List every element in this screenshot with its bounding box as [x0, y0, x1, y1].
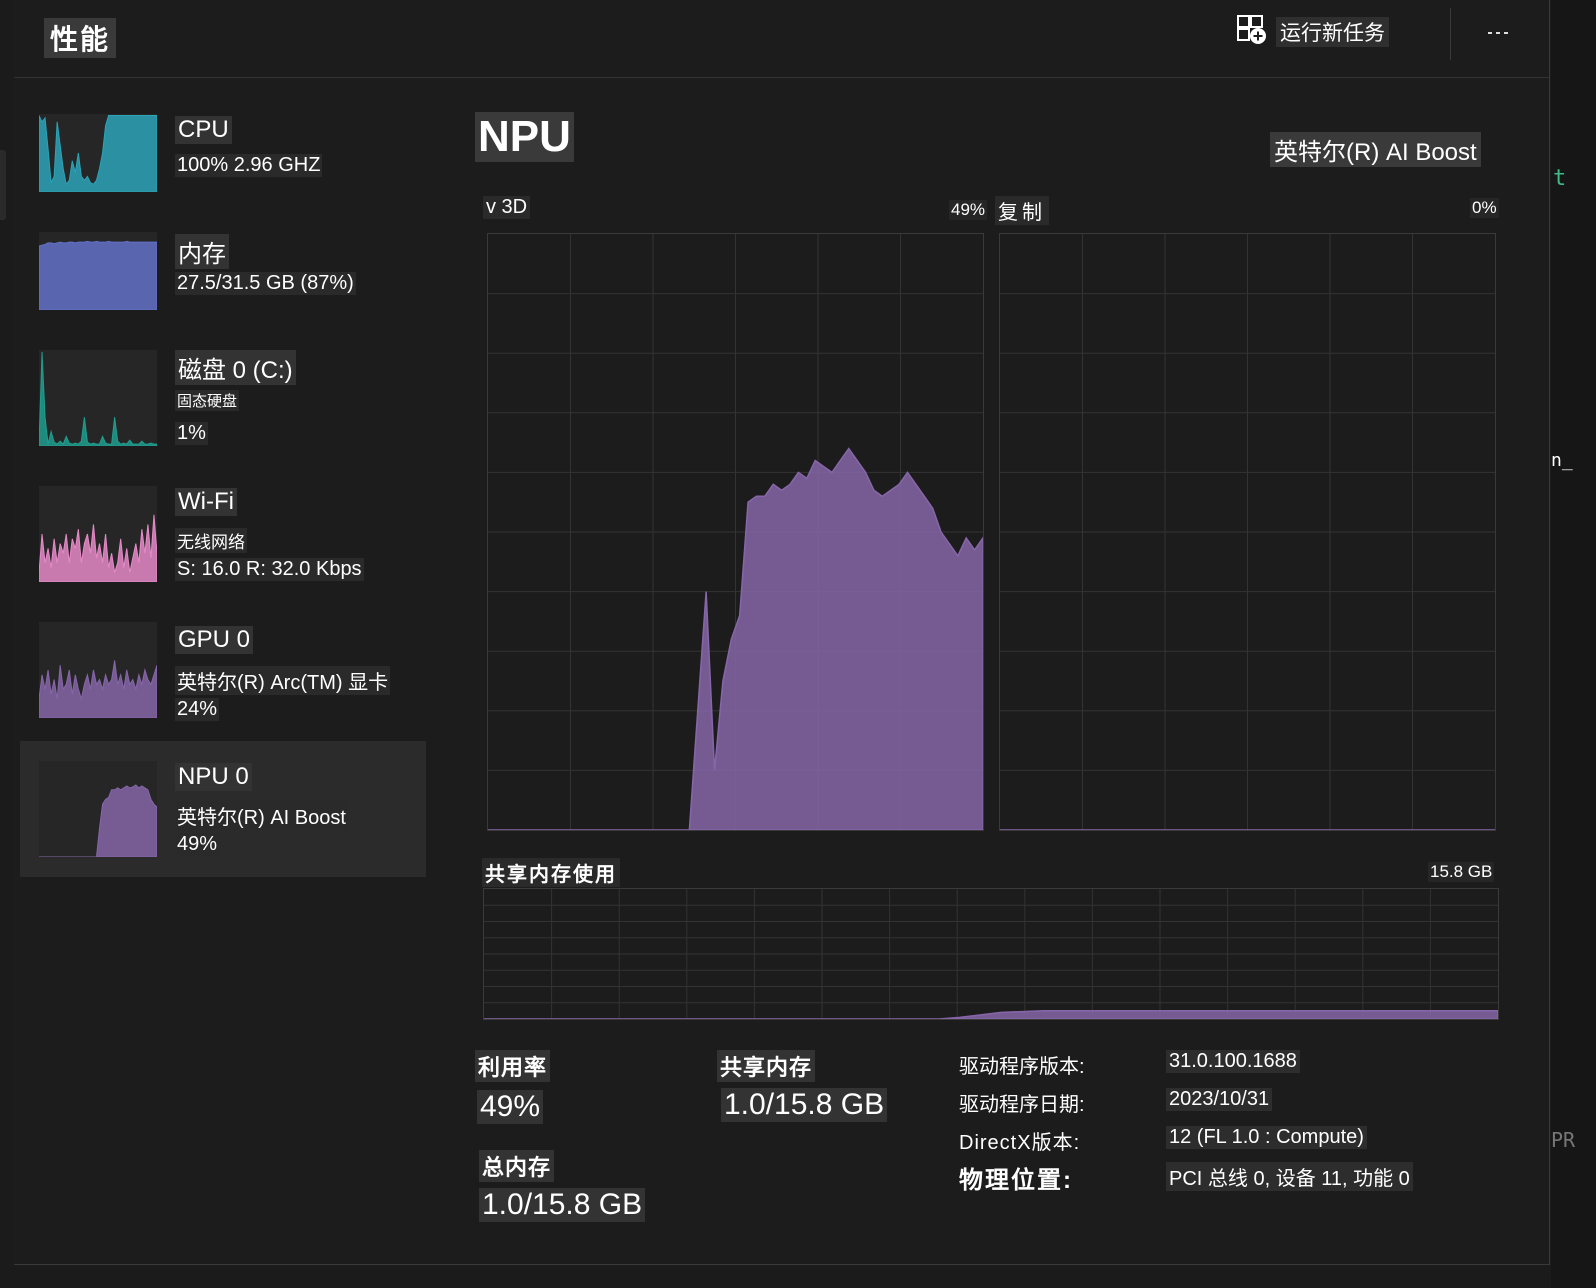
- page-title: 性能: [44, 18, 117, 58]
- total-memory-label: 总内存: [479, 1150, 555, 1182]
- shared-memory-graph-max: 15.8 GB: [1428, 862, 1495, 882]
- task-manager-window: 性能 运行新任务 CPU 100% 2.96 GHZ 内存 27.5/31.5 …: [14, 0, 1550, 1265]
- sidebar-item-detail: 27.5/31.5 GB (87%): [175, 272, 356, 295]
- thumbnail-area: [39, 514, 157, 582]
- edge-text-fragment: PR: [1551, 1128, 1576, 1152]
- sidebar-item-title: GPU 0: [175, 626, 254, 654]
- run-new-task-button[interactable]: 运行新任务: [1236, 14, 1389, 50]
- sidebar-item-cpu[interactable]: CPU 100% 2.96 GHZ: [20, 100, 426, 236]
- total-memory-value: 1.0/15.8 GB: [479, 1188, 646, 1222]
- graph-selector-copy[interactable]: 复制: [995, 196, 1049, 225]
- driver-date-key: 驱动程序日期:: [959, 1094, 1085, 1116]
- sidebar-item-title: 磁盘 0 (C:): [175, 350, 296, 385]
- physical-location-key: 物理位置:: [959, 1167, 1073, 1194]
- device-model-name: 英特尔(R) AI Boost: [1270, 132, 1481, 167]
- sidebar-item-memory[interactable]: 内存 27.5/31.5 GB (87%): [20, 218, 426, 354]
- shared-memory-value: 1.0/15.8 GB: [721, 1088, 888, 1122]
- sidebar-item-wifi[interactable]: Wi-Fi 无线网络 S: 16.0 R: 32.0 Kbps: [20, 472, 426, 608]
- directx-version-value: 12 (FL 1.0 : Compute): [1166, 1126, 1367, 1149]
- new-task-icon: [1236, 14, 1268, 51]
- sidebar-item-detail: 无线网络: [175, 528, 247, 553]
- graph-copy-usage: [999, 233, 1496, 831]
- shared-memory-usage-area: [484, 1010, 1498, 1019]
- sidebar-item-value: S: 16.0 R: 32.0 Kbps: [175, 558, 364, 581]
- memory-thumbnail-graph: [39, 232, 157, 310]
- graph-shared-memory: [483, 888, 1499, 1020]
- background-window-edge: t n_ PR: [1551, 0, 1596, 1288]
- sidebar-item-value: 1%: [175, 422, 208, 445]
- edge-text-fragment: n_: [1551, 450, 1573, 471]
- more-horizontal-icon: [1486, 32, 1510, 34]
- sidebar-item-title: Wi-Fi: [175, 488, 237, 516]
- sidebar-item-detail: 固态硬盘: [175, 390, 240, 411]
- cpu-thumbnail-graph: [39, 114, 157, 192]
- sidebar-item-detail: 100% 2.96 GHZ: [175, 154, 323, 177]
- sidebar-item-value: 24%: [175, 698, 220, 721]
- physical-location-value: PCI 总线 0, 设备 11, 功能 0: [1166, 1162, 1413, 1191]
- utilization-label: 利用率: [475, 1050, 551, 1082]
- thumbnail-area: [39, 351, 157, 446]
- thumbnail-area: [39, 784, 157, 857]
- npu-thumbnail-graph: [39, 761, 157, 857]
- device-heading: NPU: [475, 112, 574, 162]
- sidebar-item-value: 49%: [175, 833, 220, 856]
- sidebar-item-detail: 英特尔(R) AI Boost: [175, 801, 348, 830]
- wifi-thumbnail-graph: [39, 486, 157, 582]
- sidebar-item-gpu[interactable]: GPU 0 英特尔(R) Arc(TM) 显卡 24%: [20, 608, 426, 744]
- thumbnail-area: [39, 115, 157, 192]
- gpu-thumbnail-graph: [39, 622, 157, 718]
- directx-version-key: DirectX版本:: [959, 1132, 1081, 1154]
- more-options-button[interactable]: [1476, 18, 1520, 48]
- graph-3d-usage: [487, 233, 984, 831]
- graph-copy-value: 0%: [1470, 198, 1499, 218]
- sidebar-item-title: 内存: [175, 234, 229, 269]
- sidebar-item-title: NPU 0: [175, 763, 252, 791]
- shared-memory-graph-label: 共享内存使用: [482, 858, 620, 887]
- utilization-value: 49%: [477, 1090, 544, 1124]
- sidebar-item-npu[interactable]: NPU 0 英特尔(R) AI Boost 49%: [20, 741, 426, 877]
- thumbnail-area: [39, 660, 157, 718]
- thumbnail-area: [39, 240, 157, 310]
- sidebar-item-detail: 英特尔(R) Arc(TM) 显卡: [175, 666, 391, 695]
- driver-date-value: 2023/10/31: [1166, 1088, 1273, 1111]
- left-edge-handle: [0, 150, 6, 220]
- graph-3d-value: 49%: [949, 200, 988, 220]
- header-bar: 性能 运行新任务: [14, 0, 1550, 78]
- sidebar-item-title: CPU: [175, 116, 232, 144]
- disk-thumbnail-graph: [39, 350, 157, 446]
- graph-selector-3d[interactable]: v 3D: [483, 196, 531, 219]
- sidebar-item-disk[interactable]: 磁盘 0 (C:) 固态硬盘 1%: [20, 336, 426, 472]
- driver-version-value: 31.0.100.1688: [1166, 1050, 1300, 1073]
- run-new-task-label: 运行新任务: [1276, 17, 1389, 47]
- shared-memory-label: 共享内存: [717, 1050, 816, 1082]
- header-divider: [1450, 8, 1451, 60]
- driver-version-key: 驱动程序版本:: [959, 1056, 1085, 1078]
- edge-text-fragment: t: [1553, 166, 1567, 191]
